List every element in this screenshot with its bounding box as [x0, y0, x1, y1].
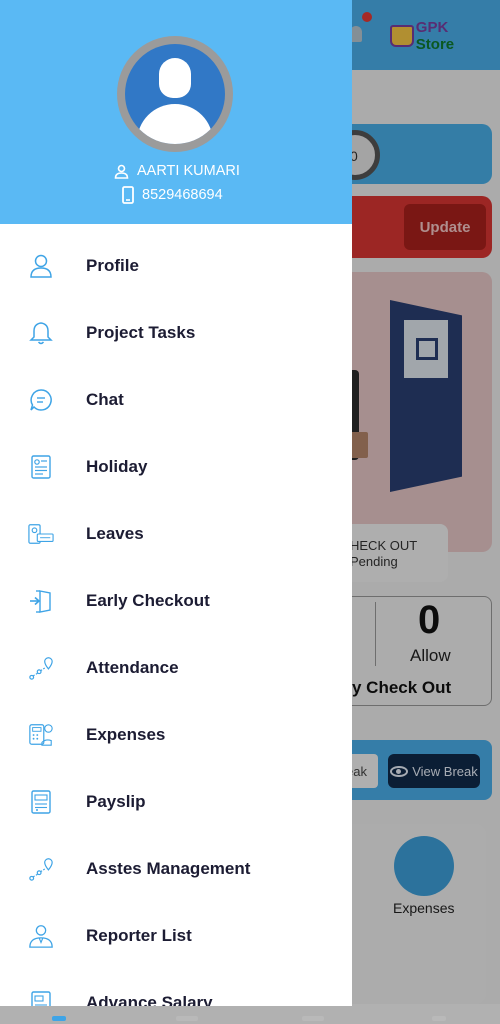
bell-icon: [28, 320, 54, 346]
menu-label-chat: Chat: [86, 389, 124, 409]
calendar-tab-icon[interactable]: [302, 1016, 324, 1021]
user-phone: 8529468694: [142, 187, 223, 203]
menu-item-profile[interactable]: Profile: [0, 232, 352, 299]
businessman-icon: [28, 923, 54, 949]
bottom-nav-icons: [0, 1016, 500, 1024]
menu-item-early-checkout[interactable]: Early Checkout: [0, 567, 352, 634]
menu-item-asstes-management[interactable]: Asstes Management: [0, 835, 352, 902]
payslip-icon: [28, 789, 54, 815]
user-name: AARTI KUMARI: [137, 163, 240, 179]
user-phone-row: 8529468694: [122, 186, 223, 204]
home-tab-icon[interactable]: [52, 1016, 66, 1021]
menu-label-advance-salary: Advance Salary: [86, 992, 213, 1007]
calculator-money-icon: [28, 722, 54, 748]
chat-bubble-icon: [28, 387, 54, 413]
menu-label-reporter-list: Reporter List: [86, 925, 192, 945]
menu-label-holiday: Holiday: [86, 456, 148, 476]
avatar-head: [159, 58, 191, 98]
phone-icon: [122, 186, 134, 204]
menu-label-asstes-management: Asstes Management: [86, 858, 251, 878]
menu-item-leaves[interactable]: Leaves: [0, 500, 352, 567]
document-icon: [28, 454, 54, 480]
menu-label-expenses: Expenses: [86, 724, 166, 744]
salary-document-icon: [28, 990, 54, 1006]
menu-label-attendance: Attendance: [86, 657, 179, 677]
menu-item-advance-salary[interactable]: Advance Salary: [0, 969, 352, 1006]
user-name-row: AARTI KUMARI: [114, 163, 240, 179]
menu-item-holiday[interactable]: Holiday: [0, 433, 352, 500]
menu-label-payslip: Payslip: [86, 791, 146, 811]
menu-label-project-tasks: Project Tasks: [86, 322, 196, 342]
menu-item-attendance[interactable]: Attendance: [0, 634, 352, 701]
door-exit-icon: [28, 588, 54, 614]
menu-item-reporter-list[interactable]: Reporter List: [0, 902, 352, 969]
avatar-body: [137, 104, 213, 144]
leave-card-icon: [28, 521, 54, 547]
menu-item-expenses[interactable]: Expenses: [0, 701, 352, 768]
tasks-tab-icon[interactable]: [176, 1016, 198, 1021]
menu-label-profile: Profile: [86, 255, 139, 275]
menu-label-leaves: Leaves: [86, 523, 144, 543]
drawer-header: AARTI KUMARI 8529468694: [0, 0, 352, 224]
avatar[interactable]: [125, 44, 225, 144]
menu-item-project-tasks[interactable]: Project Tasks: [0, 299, 352, 366]
location-route-icon: [28, 856, 54, 882]
profile-tab-icon[interactable]: [432, 1016, 446, 1021]
menu-item-payslip[interactable]: Payslip: [0, 768, 352, 835]
navigation-drawer: AARTI KUMARI 8529468694 Profile Project …: [0, 0, 352, 1006]
menu-label-early-checkout: Early Checkout: [86, 590, 210, 610]
person-outline-icon: [28, 253, 54, 279]
drawer-menu: Profile Project Tasks Chat Holiday Leave…: [0, 232, 352, 1006]
location-route-icon: [28, 655, 54, 681]
menu-item-chat[interactable]: Chat: [0, 366, 352, 433]
user-icon: [114, 164, 129, 179]
